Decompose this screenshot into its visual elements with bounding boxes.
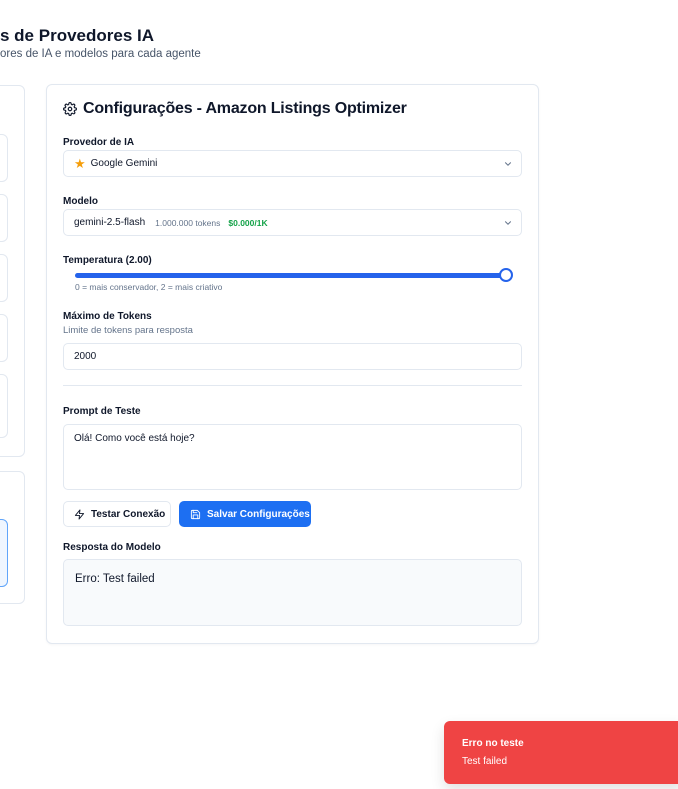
save-config-button[interactable]: Salvar Configurações [179, 501, 311, 527]
toast-title: Erro no teste [462, 738, 524, 749]
temperature-hint: 0 = mais conservador, 2 = mais criativo [75, 282, 223, 292]
agent-item[interactable] [0, 254, 8, 302]
test-connection-label: Testar Conexão [91, 508, 166, 520]
agent-item[interactable] [0, 194, 8, 242]
zap-icon [74, 508, 85, 520]
chevron-down-icon [504, 162, 512, 166]
selected-agent-item[interactable] [0, 519, 8, 587]
model-label: Modelo [63, 196, 98, 207]
star-icon: ★ [74, 156, 86, 171]
gear-icon [63, 102, 77, 116]
response-label: Resposta do Modelo [63, 542, 161, 553]
page-title: s de Provedores IA [0, 26, 155, 45]
max-tokens-hint: Limite de tokens para resposta [63, 325, 193, 336]
card-header: Configurações - Amazon Listings Optimize… [63, 100, 407, 118]
card-title: Configurações - Amazon Listings Optimize… [83, 100, 407, 117]
toast-description: Test failed [462, 756, 508, 767]
response-value: Erro: Test failed [75, 573, 155, 585]
agent-item[interactable] [0, 134, 8, 182]
temperature-label: Temperatura (2.00) [63, 255, 152, 266]
provider-select[interactable]: ★ Google Gemini [63, 150, 522, 177]
chevron-down-icon [504, 221, 512, 225]
model-tokens: 1.000.000 tokens [155, 217, 221, 228]
test-prompt-textarea[interactable]: Olá! Como você está hoje? [63, 424, 522, 490]
max-tokens-label: Máximo de Tokens [63, 311, 152, 322]
agent-item[interactable] [0, 314, 8, 362]
max-tokens-value: 2000 [74, 351, 97, 362]
model-select[interactable]: gemini-2.5-flash 1.000.000 tokens $0.000… [63, 209, 522, 236]
page-subtitle: ores de IA e modelos para cada agente [0, 48, 201, 60]
config-card: Configurações - Amazon Listings Optimize… [46, 84, 539, 644]
temperature-slider-fill [75, 273, 505, 278]
model-value: gemini-2.5-flash [74, 217, 146, 228]
save-config-label: Salvar Configurações [207, 508, 310, 520]
provider-value: Google Gemini [90, 158, 158, 169]
error-toast[interactable]: Erro no teste Test failed [444, 721, 678, 784]
test-connection-button[interactable]: Testar Conexão [63, 501, 171, 527]
divider [63, 385, 522, 386]
agent-item[interactable] [0, 374, 8, 438]
max-tokens-input[interactable]: 2000 [63, 343, 522, 370]
temperature-slider-thumb[interactable] [499, 268, 513, 282]
response-box: Erro: Test failed [63, 559, 522, 626]
provider-label: Provedor de IA [63, 137, 135, 148]
test-prompt-label: Prompt de Teste [63, 406, 141, 417]
model-price: $0.000/1K [228, 217, 268, 228]
test-prompt-value: Olá! Como você está hoje? [74, 433, 195, 444]
temperature-slider[interactable] [75, 273, 505, 278]
save-icon [190, 509, 201, 519]
